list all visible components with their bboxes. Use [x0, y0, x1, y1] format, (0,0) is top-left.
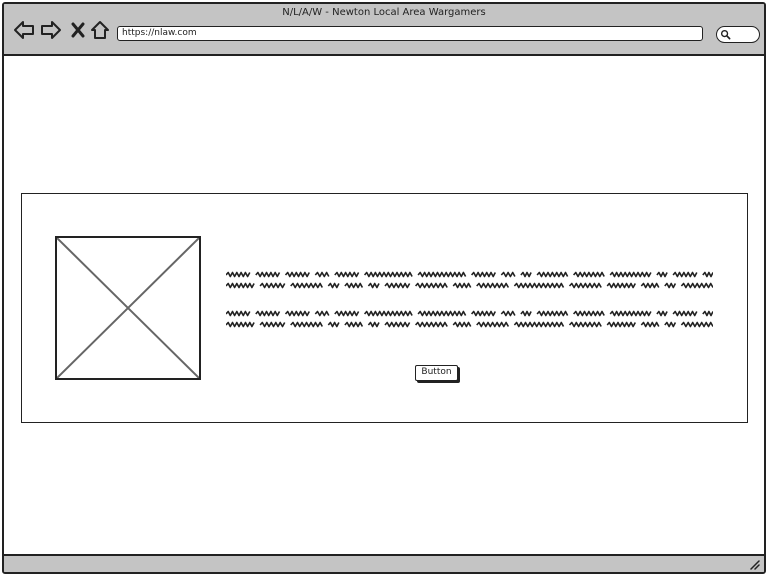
close-icon: [71, 22, 85, 38]
address-bar[interactable]: https://nlaw.com: [117, 26, 703, 41]
paragraph-2: [226, 308, 713, 330]
scribble-text-line: [226, 280, 713, 291]
forward-button[interactable]: [40, 19, 62, 41]
resize-grip-icon[interactable]: [748, 558, 760, 570]
browser-titlebar: N/L/A/W - Newton Local Area Wargamers ht…: [4, 4, 764, 56]
scribble-text-line: [226, 269, 713, 280]
search-icon: [720, 29, 731, 40]
image-placeholder-icon: [57, 238, 199, 378]
home-button[interactable]: [89, 19, 111, 41]
arrow-right-icon: [41, 21, 61, 39]
image-placeholder: [55, 236, 201, 380]
stop-button[interactable]: [67, 19, 89, 41]
browser-statusbar: [4, 554, 764, 572]
search-button[interactable]: [716, 26, 760, 43]
window-title: N/L/A/W - Newton Local Area Wargamers: [282, 7, 486, 18]
scribble-text-line: [226, 319, 713, 330]
content-card: Button: [21, 193, 748, 423]
arrow-left-icon: [14, 21, 34, 39]
browser-window: N/L/A/W - Newton Local Area Wargamers ht…: [2, 2, 766, 574]
scribble-text-line: [226, 308, 713, 319]
primary-button[interactable]: Button: [415, 365, 458, 381]
paragraph-1: [226, 269, 713, 291]
home-icon: [91, 21, 109, 39]
back-button[interactable]: [13, 19, 35, 41]
